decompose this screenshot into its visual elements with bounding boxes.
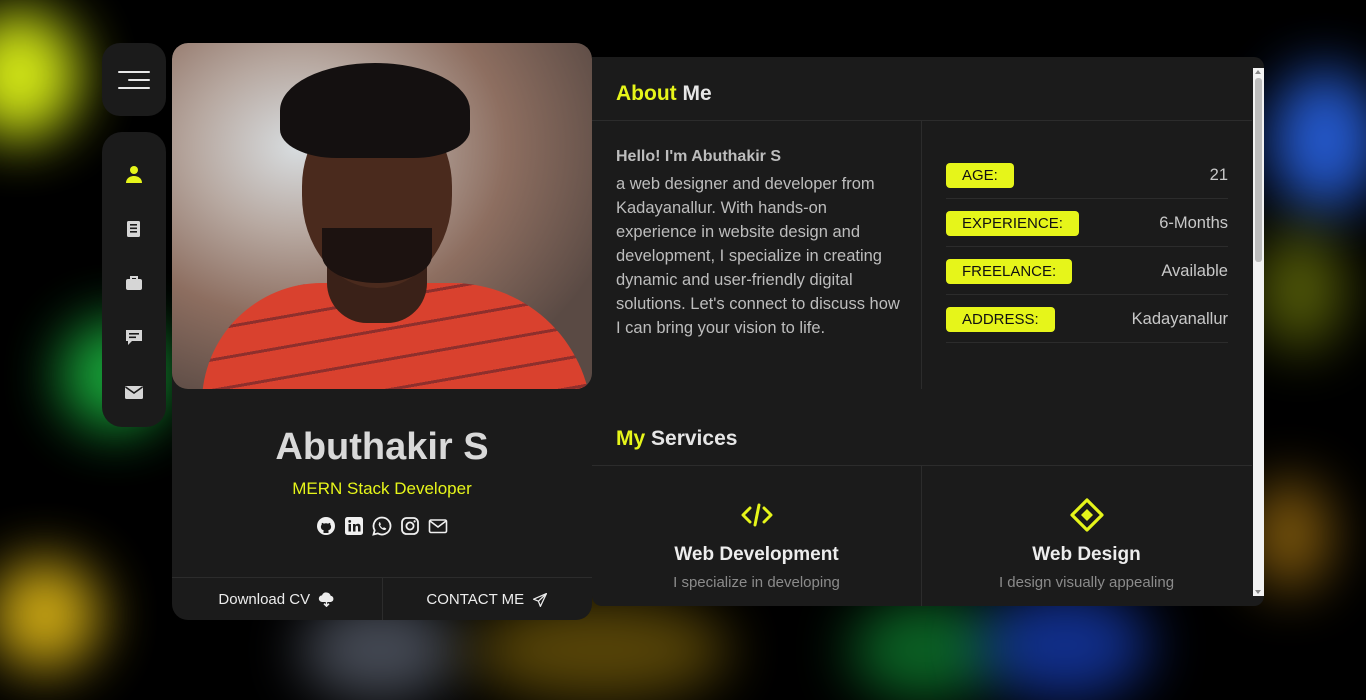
profile-actions: Download CV CONTACT ME (172, 577, 592, 620)
diamond-target-icon (1069, 498, 1104, 532)
resume-icon (127, 220, 140, 237)
envelope-icon (125, 385, 143, 399)
service-card-web-development: Web Development I specialize in developi… (592, 497, 921, 591)
service-description: I design visually appealing (998, 574, 1175, 591)
nav-item-resume[interactable] (114, 209, 154, 247)
services-title-highlight: My (616, 427, 646, 450)
profile-role: MERN Stack Developer (292, 479, 472, 498)
chat-icon (126, 330, 142, 346)
info-row: FREELANCE: Available (946, 248, 1228, 295)
bg-bokeh (850, 600, 1000, 700)
info-value: 6-Months (1159, 213, 1228, 232)
section-divider (592, 465, 1252, 466)
download-cv-label: Download CV (218, 591, 311, 608)
about-greeting: Hello! I'm Abuthakir S (616, 148, 782, 165)
instagram-icon (401, 517, 419, 535)
code-icon (741, 503, 772, 527)
info-value: 21 (1209, 165, 1228, 184)
about-title-rest: Me (676, 82, 712, 105)
whatsapp-link[interactable] (371, 515, 393, 537)
scroll-thumb[interactable] (1255, 78, 1262, 262)
github-link[interactable] (315, 515, 337, 537)
service-description: I specialize in developing (673, 574, 840, 591)
download-cv-button[interactable]: Download CV (172, 578, 382, 620)
about-title: About Me (600, 78, 712, 110)
social-links (172, 515, 592, 537)
info-row: AGE: 21 (946, 152, 1228, 199)
menu-button[interactable] (102, 43, 166, 116)
service-title: Web Design (1032, 544, 1141, 565)
bg-bokeh (1270, 70, 1366, 210)
side-nav (102, 132, 166, 427)
bg-bokeh (980, 590, 1150, 700)
send-icon (533, 592, 548, 607)
bg-bokeh (1255, 230, 1345, 350)
service-title: Web Development (674, 544, 839, 565)
email-link[interactable] (427, 515, 449, 537)
info-value: Available (1161, 261, 1228, 280)
nav-item-testimonials[interactable] (114, 318, 154, 356)
briefcase-icon (126, 276, 142, 291)
service-card-web-design: Web Design I design visually appealing (922, 497, 1251, 591)
instagram-link[interactable] (399, 515, 421, 537)
profile-name: Abuthakir S (275, 426, 489, 468)
info-label: ADDRESS: (946, 306, 1055, 332)
about-bio: a web designer and developer from Kadaya… (616, 175, 900, 337)
profile-card: Abuthakir S MERN Stack Developer Downloa… (172, 43, 592, 620)
nav-item-about[interactable] (114, 155, 154, 193)
contact-me-button[interactable]: CONTACT ME (381, 578, 593, 620)
whatsapp-icon (372, 516, 392, 536)
nav-item-contact[interactable] (114, 373, 154, 411)
info-row: ADDRESS: Kadayanallur (946, 296, 1228, 343)
info-label: EXPERIENCE: (946, 210, 1079, 236)
cloud-download-icon (318, 592, 334, 607)
column-divider (921, 121, 922, 389)
section-divider (592, 120, 1252, 121)
scroll-up-icon[interactable] (1255, 70, 1261, 74)
info-value: Kadayanallur (1131, 309, 1228, 328)
services-title: My Services (600, 423, 738, 455)
linkedin-link[interactable] (343, 515, 365, 537)
user-icon (126, 166, 142, 184)
content-panel: About Me Hello! I'm Abuthakir S a web de… (592, 57, 1264, 606)
mail-icon (428, 519, 448, 534)
nav-item-portfolio[interactable] (114, 264, 154, 302)
hamburger-icon (118, 65, 150, 95)
panel-scrollbar[interactable] (1253, 68, 1264, 596)
linkedin-icon (345, 517, 363, 535)
contact-me-label: CONTACT ME (426, 591, 525, 608)
bg-bokeh (0, 560, 100, 670)
profile-photo (172, 43, 592, 389)
info-list: AGE: 21 EXPERIENCE: 6-Months FREELANCE: … (946, 152, 1228, 344)
info-label: FREELANCE: (946, 258, 1073, 284)
scroll-down-icon[interactable] (1255, 590, 1261, 594)
bg-bokeh (0, 10, 80, 140)
github-icon (317, 517, 335, 535)
info-label: AGE: (946, 162, 1014, 188)
info-row: EXPERIENCE: 6-Months (946, 200, 1228, 247)
services-title-rest: Services (645, 427, 738, 450)
about-title-highlight: About (616, 82, 677, 105)
